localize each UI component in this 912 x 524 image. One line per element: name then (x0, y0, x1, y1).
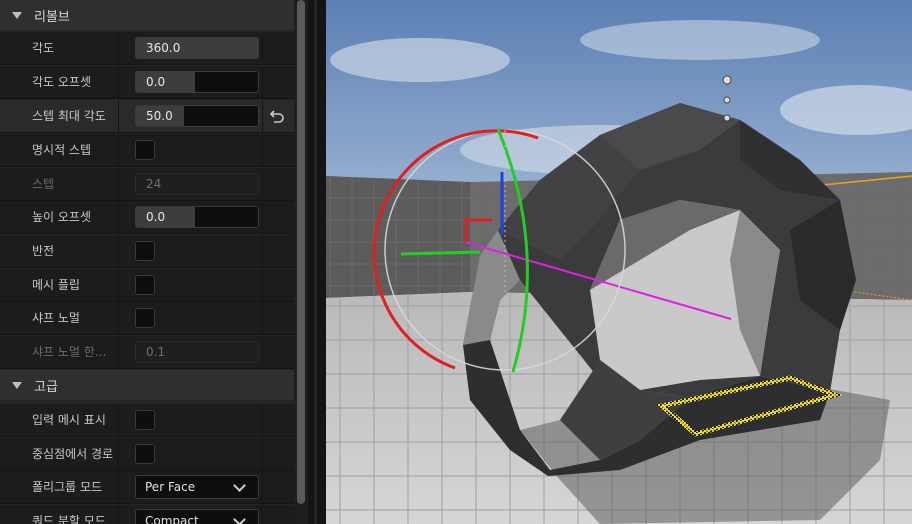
chevron-down-icon (233, 513, 246, 524)
section-revolve-header[interactable]: 리볼브 (0, 0, 294, 30)
property-row-explicit-steps: 명시적 스텝 (0, 134, 294, 167)
property-label: 스텝 (32, 177, 55, 191)
property-label: 명시적 스텝 (32, 143, 92, 157)
reverse-checkbox[interactable] (135, 241, 155, 261)
property-row-angle-offset: 각도 오프셋 0.0 (0, 66, 294, 99)
property-row-steps: 스텝 24 (0, 168, 294, 201)
steps-input: 24 (135, 173, 259, 195)
chevron-down-icon (233, 479, 246, 492)
angle-input[interactable]: 360.0 (135, 37, 259, 59)
property-label: 중심점에서 경로 (32, 447, 114, 461)
property-label: 샤프 노멀 한... (32, 345, 107, 359)
property-row-quad-split-mode: 쿼드 분할 모드 Compact (0, 505, 294, 524)
property-label: 각도 (32, 41, 55, 55)
property-label: 높이 오프셋 (32, 210, 92, 224)
show-input-mesh-checkbox[interactable] (135, 410, 155, 430)
sharp-normal-threshold-input: 0.1 (135, 341, 259, 363)
input-value: 0.0 (146, 210, 166, 224)
section-advanced-header[interactable]: 고급 (0, 370, 294, 400)
property-row-reverse: 반전 (0, 235, 294, 268)
property-label: 폴리그룹 모드 (32, 480, 103, 494)
property-row-flip-mesh: 메시 플립 (0, 269, 294, 302)
property-row-polygroup-mode: 폴리그룹 모드 Per Face (0, 471, 294, 504)
input-value: 0.0 (146, 75, 166, 89)
reset-arrow-icon[interactable] (266, 107, 286, 127)
polygroup-mode-dropdown[interactable]: Per Face (135, 475, 259, 499)
property-label: 입력 메시 표시 (32, 413, 106, 427)
scrollbar-thumb[interactable] (297, 0, 305, 504)
property-label: 샤프 노멀 (32, 311, 80, 325)
property-label: 각도 오프셋 (32, 75, 92, 89)
property-row-sharp-normal-threshold: 샤프 노멀 한... 0.1 (0, 336, 294, 369)
dropdown-value: Per Face (145, 480, 196, 494)
property-row-sharp-normals: 샤프 노멀 (0, 302, 294, 335)
property-label: 스텝 최대 각도 (32, 109, 106, 123)
explicit-steps-checkbox[interactable] (135, 140, 155, 160)
property-row-height-offset: 높이 오프셋 0.0 (0, 201, 294, 234)
viewport-scene (326, 0, 912, 524)
property-row-angle: 각도 360.0 (0, 32, 294, 65)
property-row-show-input-mesh: 입력 메시 표시 (0, 404, 294, 437)
details-panel: 리볼브 각도 360.0 각도 오프셋 0.0 스텝 최대 각도 50.0 명시… (0, 0, 294, 524)
property-row-path-from-center: 중심점에서 경로 (0, 438, 294, 471)
quad-split-mode-dropdown[interactable]: Compact (135, 509, 259, 524)
sharp-normals-checkbox[interactable] (135, 308, 155, 328)
triangle-down-icon[interactable] (12, 381, 22, 389)
input-value: 24 (146, 177, 162, 191)
input-value: 0.1 (146, 345, 166, 359)
property-label: 반전 (32, 244, 55, 258)
property-label: 메시 플립 (32, 278, 80, 292)
property-row-max-step-angle: 스텝 최대 각도 50.0 (0, 100, 294, 133)
angle-offset-input[interactable]: 0.0 (135, 71, 259, 93)
section-title: 고급 (34, 379, 58, 395)
input-value: 360.0 (146, 41, 181, 55)
viewport[interactable] (326, 0, 912, 524)
input-value: 50.0 (146, 109, 173, 123)
path-from-center-checkbox[interactable] (135, 444, 155, 464)
flip-mesh-checkbox[interactable] (135, 275, 155, 295)
max-step-angle-input[interactable]: 50.0 (135, 105, 259, 127)
section-title: 리볼브 (34, 9, 70, 25)
height-offset-input[interactable]: 0.0 (135, 206, 259, 228)
property-label: 쿼드 분할 모드 (32, 514, 106, 524)
dropdown-value: Compact (145, 514, 199, 524)
panel-splitter[interactable] (308, 0, 326, 524)
triangle-down-icon[interactable] (12, 11, 22, 19)
